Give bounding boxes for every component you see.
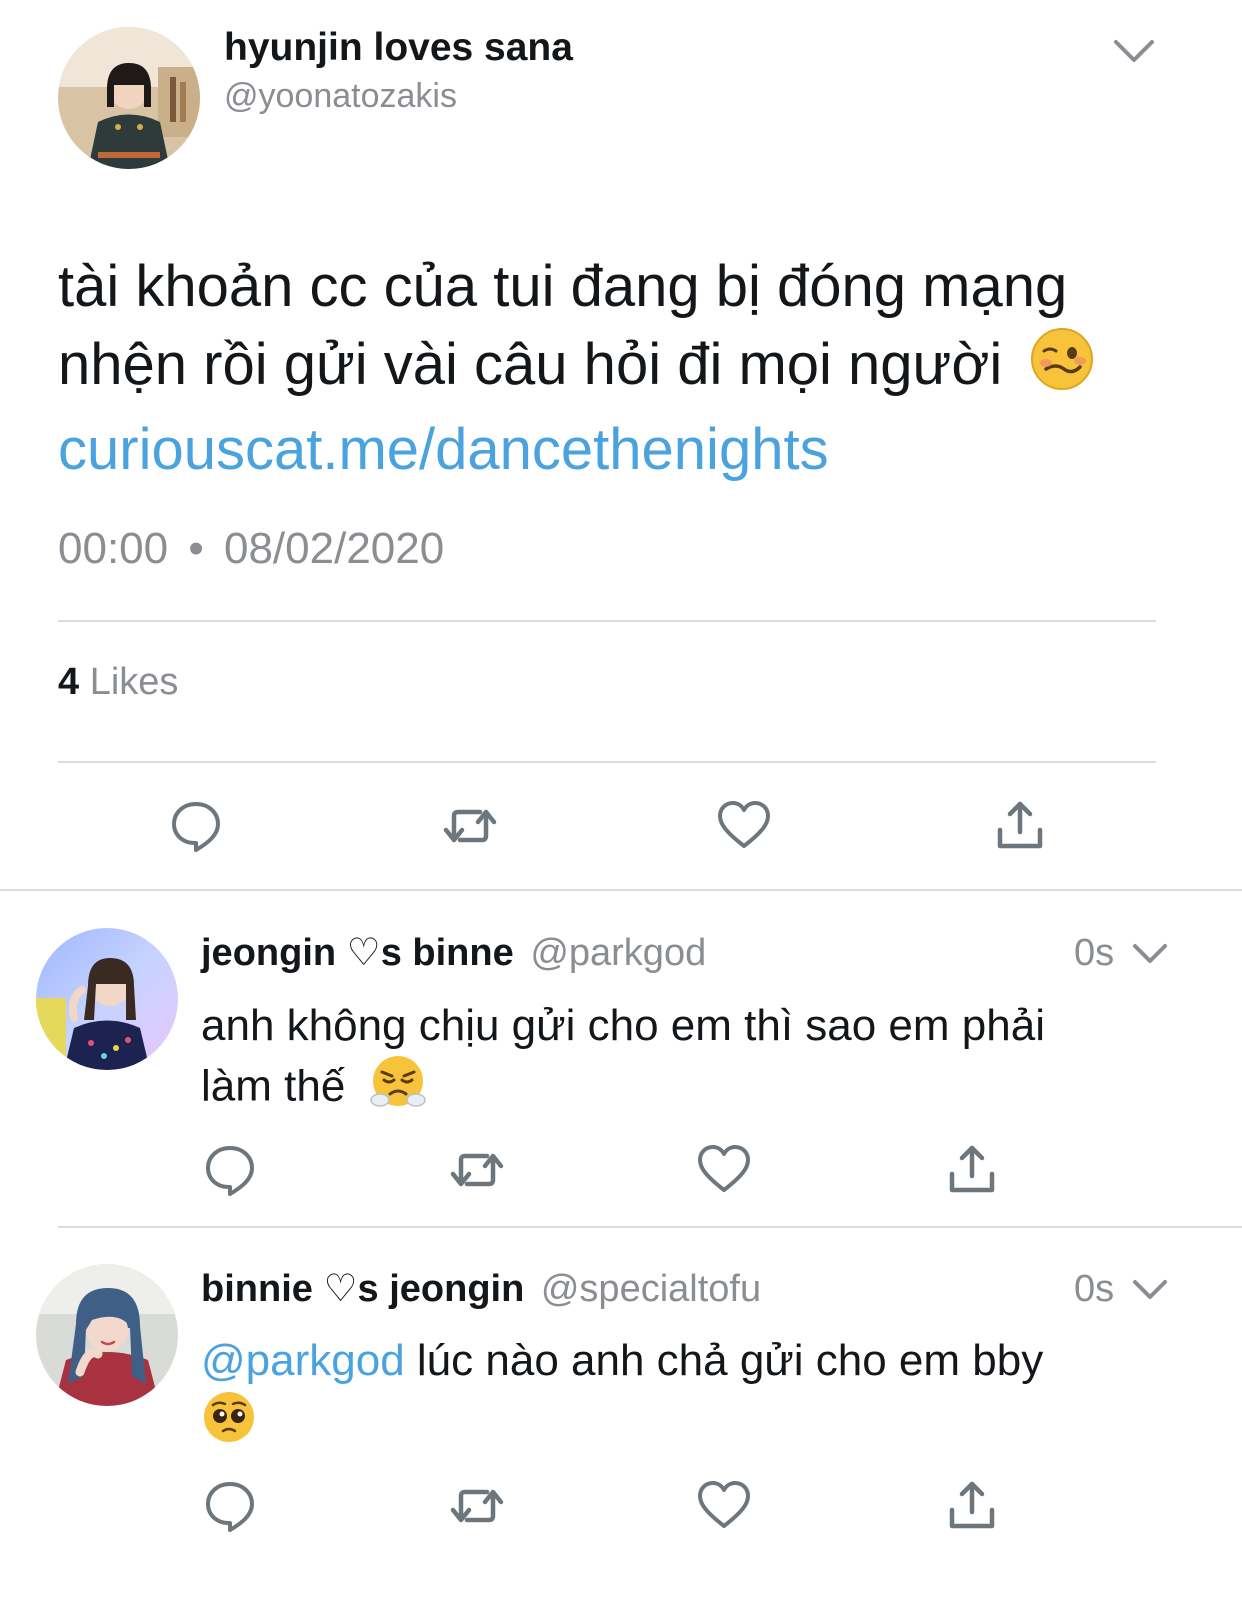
reply-1-text-line1: anh không chịu gửi cho em thì sao em phả…	[201, 1001, 1045, 1050]
reply-1-time: 0s	[1074, 932, 1115, 974]
woozy-face-icon	[1030, 327, 1094, 411]
reply-2-text-line1-wrap: @parkgod lúc nào anh chả gửi cho em bby	[201, 1333, 1201, 1389]
reply-1-display-name[interactable]: jeongin ♡s binne	[201, 932, 514, 974]
chevron-down-icon[interactable]	[1110, 34, 1158, 66]
reply-2-handle[interactable]: @specialtofu	[541, 1268, 761, 1310]
reply-1-avatar[interactable]	[36, 928, 178, 1070]
reply-icon[interactable]	[168, 798, 224, 854]
likes-count: 4	[58, 661, 80, 703]
share-icon[interactable]	[944, 1478, 1000, 1534]
main-tweet-link[interactable]: curiouscat.me/dancethenights	[58, 411, 1208, 489]
reply-1-header: jeongin ♡s binne @parkgod	[201, 929, 706, 977]
main-tweet-timestamp: 00:00 • 08/02/2020	[58, 522, 444, 576]
main-tweet-avatar[interactable]	[58, 27, 200, 169]
reply-1-text-line2-wrap: làm thế	[201, 1054, 1201, 1124]
main-tweet-text-line2: nhện rồi gửi vài câu hỏi đi mọi người	[58, 332, 1003, 397]
pleading-face-icon	[201, 1389, 257, 1459]
main-tweet-text-line2-wrap: nhện rồi gửi vài câu hỏi đi mọi người	[58, 326, 1208, 411]
reply-2-display-name[interactable]: binnie ♡s jeongin	[201, 1268, 524, 1310]
reply-2-text-line1: lúc nào anh chả gửi cho em bby	[416, 1336, 1044, 1385]
chevron-down-icon[interactable]	[1130, 1274, 1170, 1304]
likes-label: Likes	[89, 661, 179, 703]
retweet-icon[interactable]	[449, 1142, 505, 1198]
heart-icon[interactable]	[716, 798, 772, 854]
divider	[0, 889, 1242, 891]
reply-2-emoji-line	[201, 1389, 1201, 1459]
retweet-icon[interactable]	[449, 1478, 505, 1534]
reply-1-handle[interactable]: @parkgod	[530, 932, 706, 974]
reply-2-mention[interactable]: @parkgod	[201, 1336, 405, 1385]
share-icon[interactable]	[944, 1142, 1000, 1198]
reply-1-text: anh không chịu gửi cho em thì sao em phả…	[201, 998, 1201, 1124]
reply-1-text-line2: làm thế	[201, 1061, 346, 1111]
retweet-icon[interactable]	[442, 798, 498, 854]
reply-2-header: binnie ♡s jeongin @specialtofu	[201, 1265, 761, 1313]
main-tweet-display-name[interactable]: hyunjin loves sana	[224, 24, 573, 72]
reply-2-time: 0s	[1074, 1268, 1115, 1310]
divider	[58, 620, 1156, 622]
reply-2-avatar[interactable]	[36, 1264, 178, 1406]
chevron-down-icon[interactable]	[1130, 938, 1170, 968]
heart-icon[interactable]	[696, 1142, 752, 1198]
main-tweet-text-line1: tài khoản cc của tui đang bị đóng mạng	[58, 254, 1068, 319]
divider	[58, 1226, 1242, 1228]
main-tweet-time: 00:00	[58, 524, 169, 573]
main-tweet-likes[interactable]: 4 Likes	[58, 658, 178, 706]
reply-icon[interactable]	[202, 1142, 258, 1198]
reply-icon[interactable]	[202, 1478, 258, 1534]
share-icon[interactable]	[992, 798, 1048, 854]
face-with-steam-icon	[369, 1054, 426, 1124]
reply-2-text: @parkgod lúc nào anh chả gửi cho em bby	[201, 1333, 1201, 1459]
main-tweet-date: 08/02/2020	[223, 524, 445, 573]
heart-icon[interactable]	[696, 1478, 752, 1534]
main-tweet-handle[interactable]: @yoonatozakis	[224, 74, 457, 118]
timestamp-separator: •	[188, 524, 204, 573]
divider	[58, 761, 1156, 763]
main-tweet-text: tài khoản cc của tui đang bị đóng mạng n…	[58, 248, 1208, 489]
